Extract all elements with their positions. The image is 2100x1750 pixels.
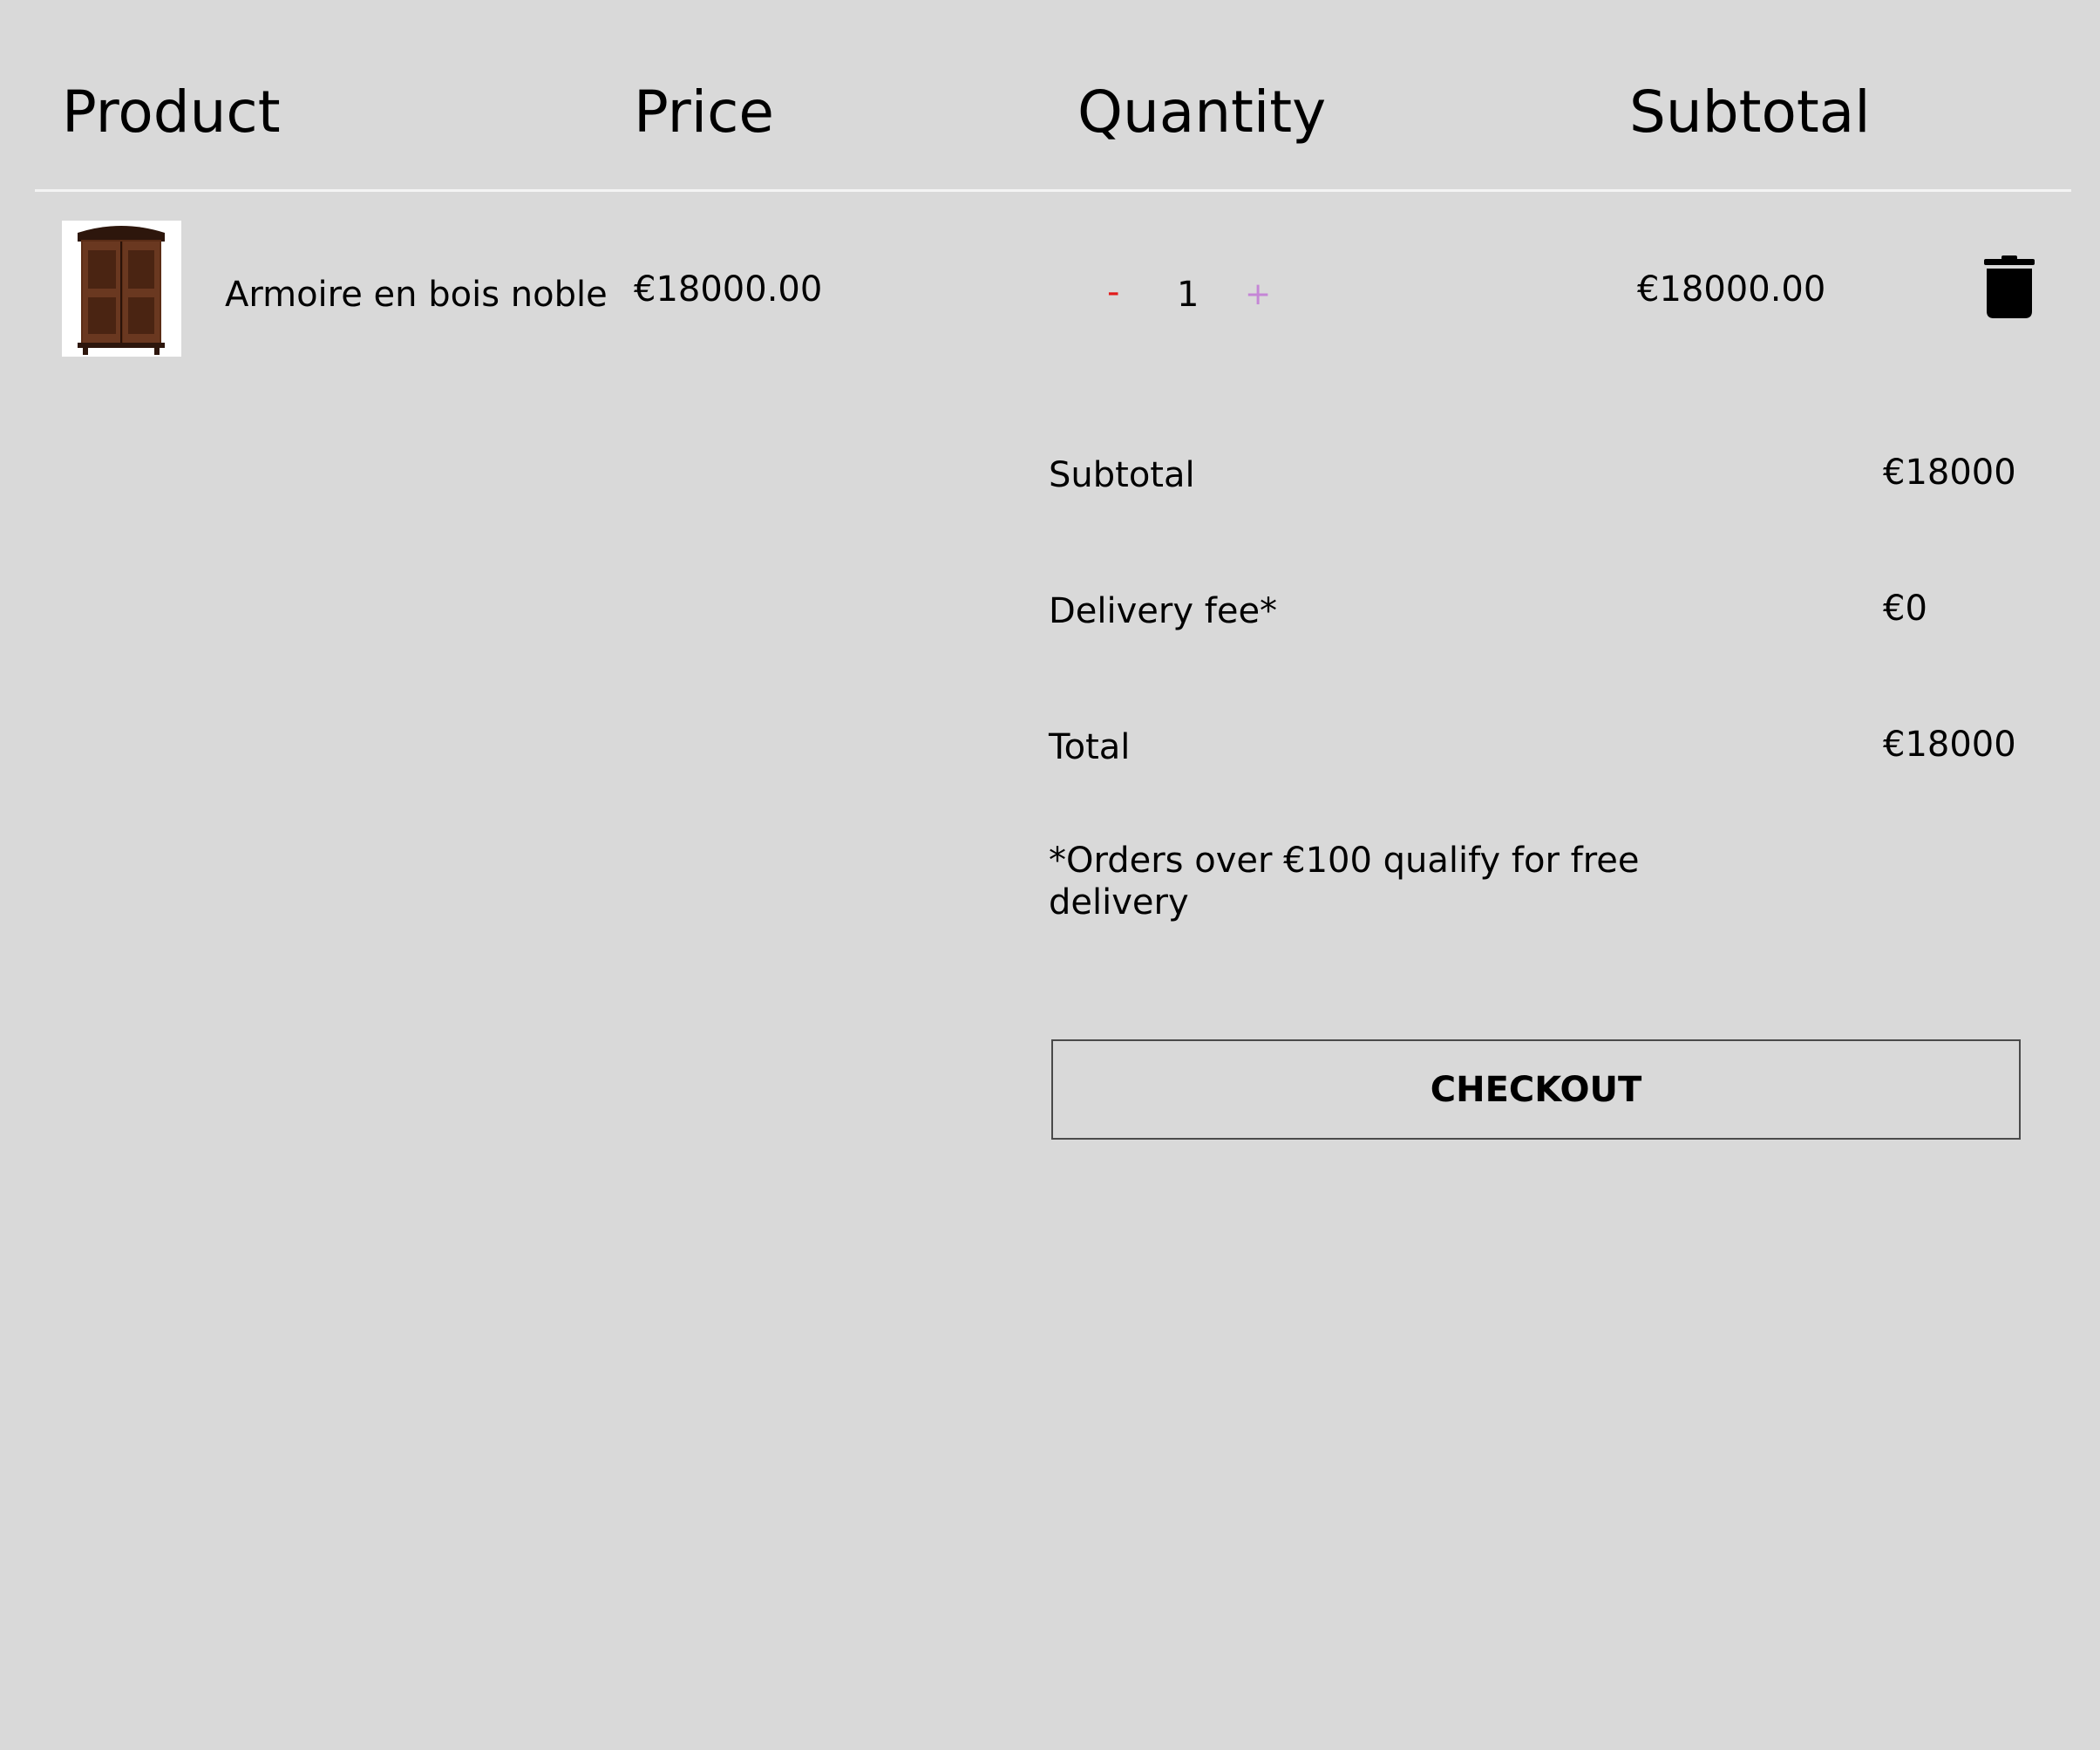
product-image[interactable] xyxy=(62,221,181,357)
total-value: €18000 xyxy=(1883,725,2016,765)
delivery-fee-label: Delivery fee* xyxy=(1049,591,1278,631)
total-label: Total xyxy=(1049,727,1131,767)
summary-subtotal-label: Subtotal xyxy=(1049,455,1195,495)
checkout-button[interactable]: CHECKOUT xyxy=(1051,1039,2021,1140)
product-subtotal: €18000.00 xyxy=(1637,269,1826,310)
header-quantity: Quantity xyxy=(1077,78,1327,146)
summary-subtotal-value: €18000 xyxy=(1883,453,2016,493)
header-divider xyxy=(35,189,2071,192)
header-price: Price xyxy=(634,78,775,146)
free-delivery-note: *Orders over €100 qualify for free deliv… xyxy=(1049,841,1640,923)
header-product: Product xyxy=(62,78,281,146)
quantity-value: 1 xyxy=(1177,275,1200,315)
trash-icon[interactable] xyxy=(1982,255,2036,318)
decrease-quantity-button[interactable]: - xyxy=(1107,270,1119,314)
header-subtotal: Subtotal xyxy=(1629,78,1871,146)
product-name[interactable]: Armoire en bois noble xyxy=(225,273,608,317)
product-price: €18000.00 xyxy=(634,269,823,310)
delivery-fee-value: €0 xyxy=(1883,589,1927,629)
armoire-image-icon xyxy=(62,221,181,357)
increase-quantity-button[interactable]: + xyxy=(1245,275,1271,315)
